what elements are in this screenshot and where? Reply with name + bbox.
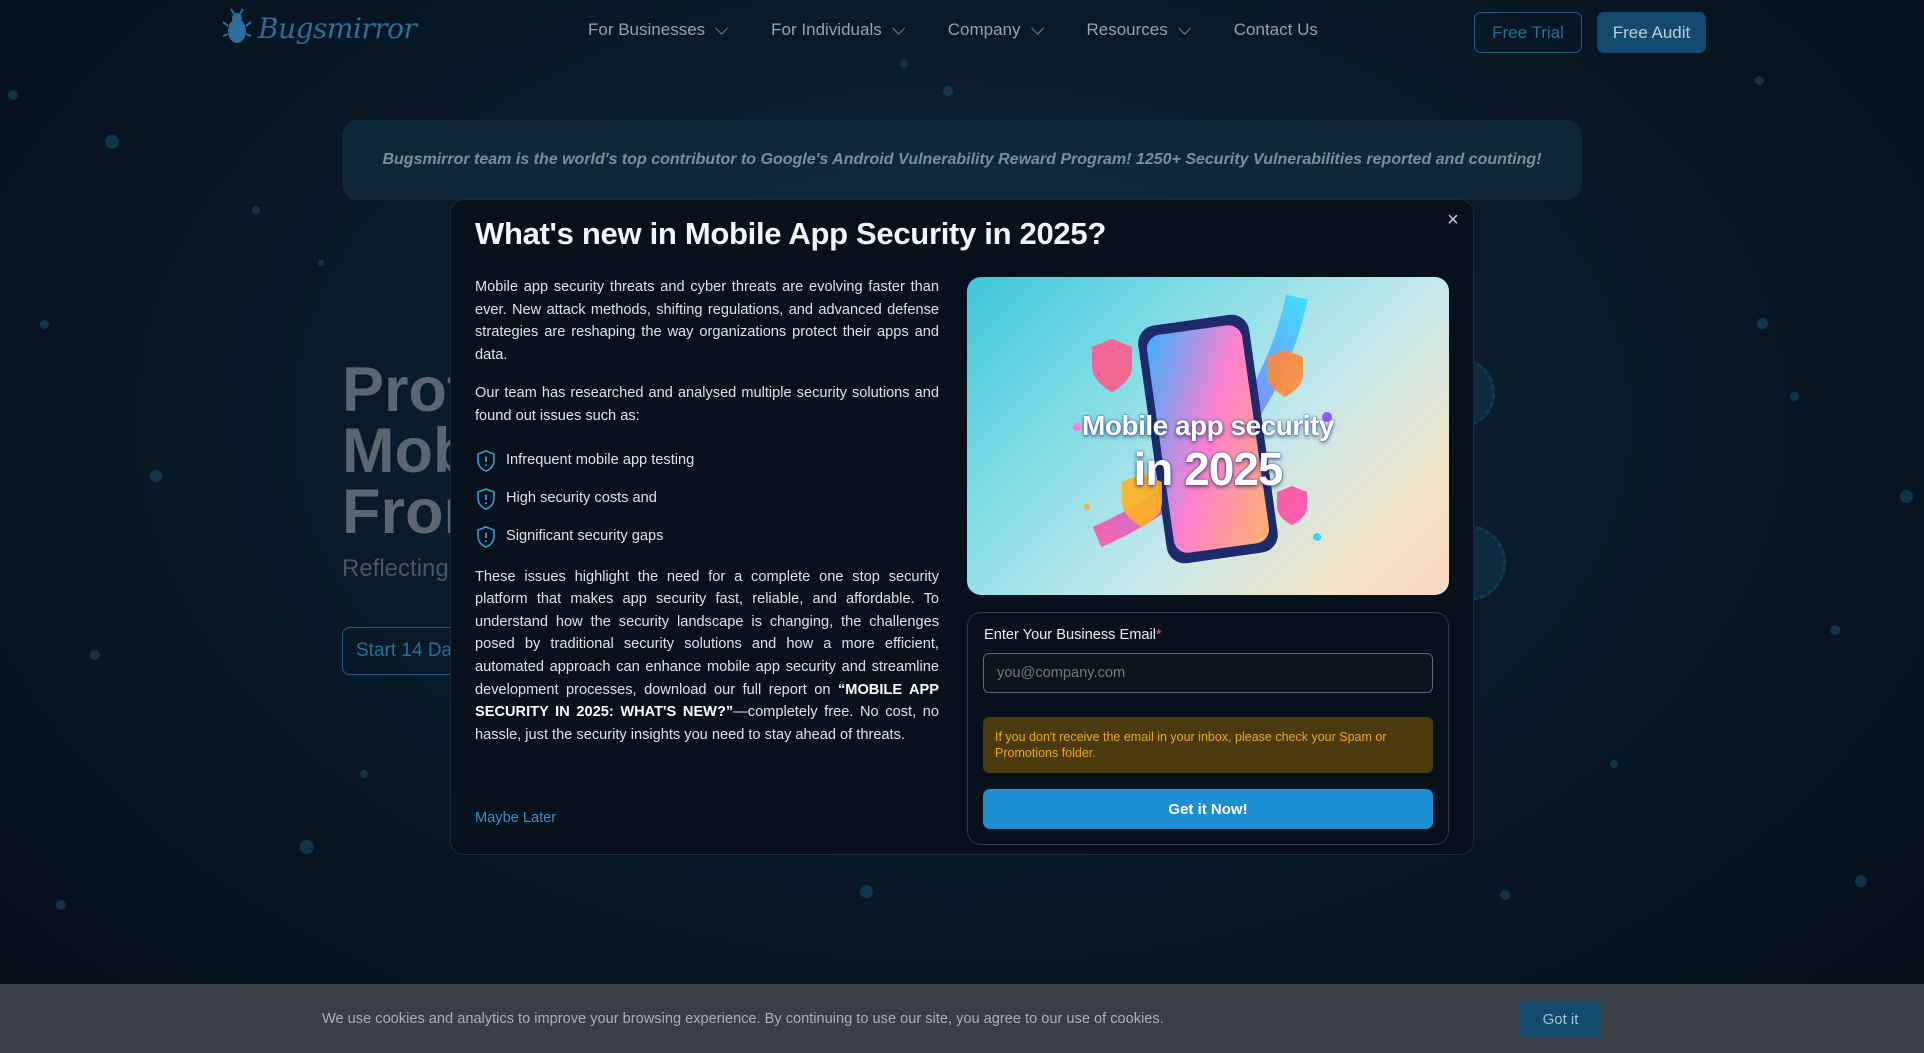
bg-dot [318, 260, 324, 266]
hero-title-line: Mob [342, 416, 452, 486]
menu-item-label: Company [947, 20, 1021, 39]
bg-dot [1755, 76, 1764, 85]
list-item: Significant security gaps [475, 518, 939, 556]
bg-dot [1855, 875, 1867, 887]
logo-text: Bugsmirror [258, 11, 417, 45]
top-navbar: Bugsmirror For Businesses For Individual… [0, 0, 1924, 64]
promo-image: Mobile app security in 2025 [967, 277, 1449, 595]
shield-alert-icon [477, 449, 495, 472]
bg-dot [1900, 490, 1913, 503]
bg-dot [300, 840, 314, 854]
bg-dot [105, 135, 119, 149]
hero-title: Prot Mob From [342, 360, 452, 543]
shield-alert-icon [477, 525, 495, 548]
get-it-now-button[interactable]: Get it Now! [983, 789, 1433, 829]
free-audit-button[interactable]: Free Audit [1597, 12, 1706, 53]
bg-dot [943, 86, 953, 96]
issues-list: Infrequent mobile app testing High secur… [475, 442, 939, 556]
bg-dot [1610, 760, 1618, 768]
hero-title-line: Prot [342, 360, 452, 425]
chevron-down-icon [1030, 21, 1044, 35]
hero-subtitle: Reflecting V [342, 555, 452, 582]
modal-description: Mobile app security threats and cyber th… [475, 276, 939, 762]
paragraph-text: These issues highlight the need for a co… [475, 568, 939, 698]
menu-item-for-businesses[interactable]: For Businesses [588, 20, 729, 40]
shield-alert-icon [477, 487, 495, 510]
bg-dot [1500, 890, 1510, 900]
banner-text: Bugsmirror team is the world's top contr… [382, 151, 1542, 168]
cookie-text: We use cookies and analytics to improve … [322, 1011, 1164, 1027]
bg-dot [40, 320, 49, 329]
list-item: High security costs and [475, 480, 939, 518]
modal-paragraph: Mobile app security threats and cyber th… [475, 279, 939, 363]
menu-item-company[interactable]: Company [947, 20, 1044, 40]
menu-item-label: For Businesses [588, 20, 706, 39]
bg-dot [1757, 318, 1768, 329]
issue-text: Significant security gaps [506, 528, 664, 545]
promo-heading-line: in 2025 [1133, 443, 1284, 495]
modal-paragraph: Our team has researched and analysed mul… [475, 385, 939, 424]
bg-dot [90, 650, 100, 660]
menu-item-contact-us[interactable]: Contact Us [1234, 20, 1318, 40]
modal-paragraph: These issues highlight the need for a co… [475, 566, 939, 747]
list-item: Infrequent mobile app testing [475, 442, 939, 480]
issue-text: High security costs and [506, 490, 657, 507]
issue-text: Infrequent mobile app testing [506, 452, 695, 469]
promo-heading-line: Mobile app security [1082, 410, 1334, 441]
menu-item-label: Resources [1086, 20, 1168, 39]
bg-dot [252, 206, 260, 214]
maybe-later-link[interactable]: Maybe Later [475, 810, 556, 826]
chevron-down-icon [1178, 21, 1191, 35]
main-menu: For Businesses For Individuals Company R… [588, 20, 1365, 40]
chevron-down-icon [715, 21, 729, 35]
logo[interactable]: Bugsmirror [222, 8, 417, 48]
email-label-text: Enter Your Business Email [984, 627, 1156, 643]
chevron-down-icon [891, 21, 905, 35]
close-icon[interactable]: × [1443, 210, 1463, 230]
menu-item-label: For Individuals [771, 20, 882, 39]
hero-title-line: From [342, 477, 452, 544]
email-input[interactable] [983, 653, 1433, 693]
bg-dot [1830, 625, 1840, 635]
bg-dot [860, 885, 873, 898]
bg-dot [360, 770, 368, 778]
cookie-accept-button[interactable]: Got it [1519, 1001, 1602, 1037]
bg-dot [56, 900, 66, 910]
announcement-banner: Bugsmirror team is the world's top contr… [342, 120, 1582, 200]
email-label: Enter Your Business Email* [984, 627, 1162, 643]
bg-dot [8, 90, 18, 100]
bug-logo-icon [222, 8, 252, 43]
menu-item-label: Contact Us [1233, 20, 1318, 39]
spam-warning: If you don't receive the email in your i… [983, 717, 1433, 773]
required-mark: * [1155, 627, 1162, 643]
bg-dot [150, 470, 162, 482]
modal-title: What's new in Mobile App Security in 202… [475, 216, 1106, 251]
menu-item-for-individuals[interactable]: For Individuals [771, 20, 905, 40]
bg-dot [1790, 392, 1799, 401]
menu-item-resources[interactable]: Resources [1086, 20, 1191, 40]
free-trial-button[interactable]: Free Trial [1474, 12, 1582, 53]
